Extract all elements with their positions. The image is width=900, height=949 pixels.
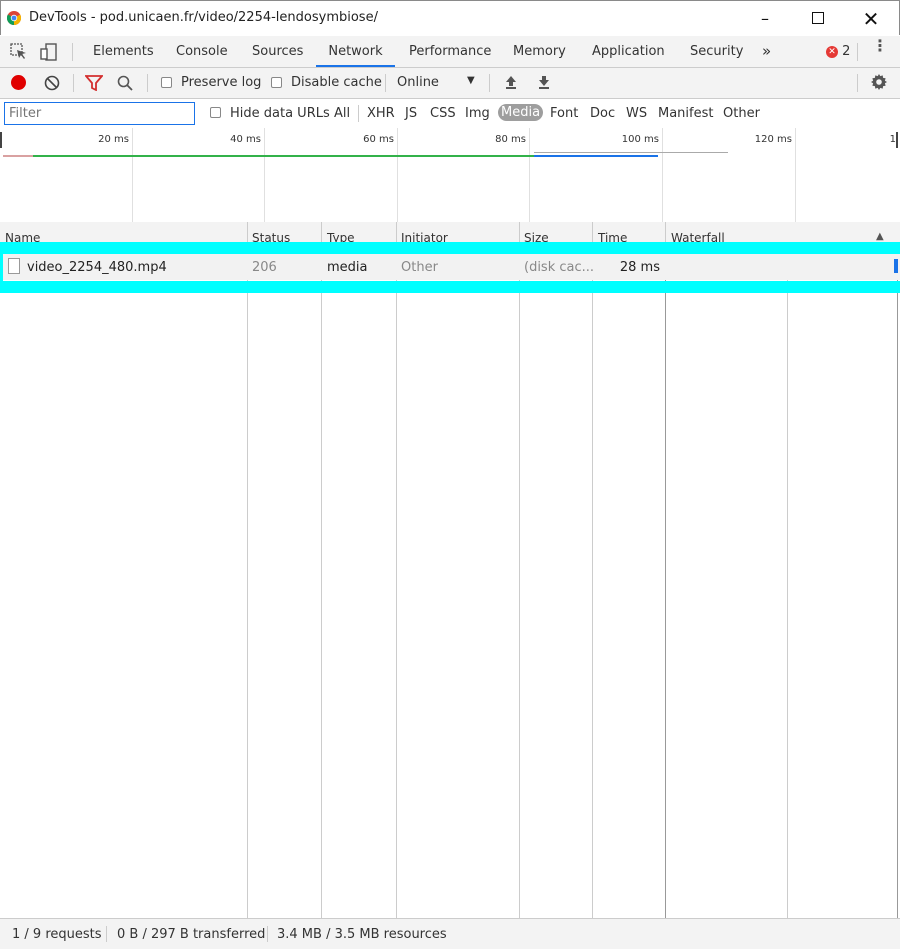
tick-label: 40 ms (230, 134, 261, 145)
minimize-button[interactable]: – (742, 5, 788, 33)
network-overview-timeline[interactable]: 20 ms 40 ms 60 ms 80 ms 100 ms 120 ms 1 (0, 128, 900, 223)
sort-ascending-icon[interactable]: ▲ (876, 231, 884, 242)
record-button[interactable] (11, 75, 26, 90)
tab-security[interactable]: Security (690, 36, 743, 67)
preserve-log-label: Preserve log (181, 75, 262, 90)
chevron-down-icon: ▼ (467, 75, 475, 86)
overview-load-marker (534, 152, 728, 153)
close-window-button[interactable]: ✕ (848, 5, 894, 33)
request-time: 28 ms (619, 260, 660, 275)
request-status: 206 (252, 260, 277, 275)
network-toolbar: Preserve log Disable cache Online ▼ (0, 68, 900, 99)
filter-type-xhr[interactable]: XHR (367, 106, 395, 121)
transferred-summary: 0 B / 297 B transferred (117, 927, 266, 942)
file-icon (8, 258, 20, 274)
hide-data-urls-checkbox[interactable] (210, 107, 221, 118)
request-type: media (327, 260, 368, 275)
filter-funnel-icon[interactable] (84, 75, 104, 95)
filter-type-other[interactable]: Other (723, 106, 760, 121)
throttle-value: Online (397, 75, 439, 90)
filter-input[interactable] (4, 102, 195, 125)
window-titlebar: DevTools - pod.unicaen.fr/video/2254-len… (0, 0, 900, 35)
tick-label: 20 ms (98, 134, 129, 145)
preserve-log-checkbox[interactable] (161, 77, 172, 88)
waterfall-bar (894, 259, 898, 273)
tick-label: 120 ms (754, 134, 792, 145)
devtools-tabbar: Elements Console Sources Network Perform… (0, 36, 900, 68)
filter-type-ws[interactable]: WS (626, 106, 647, 121)
filter-type-doc[interactable]: Doc (590, 106, 615, 121)
tab-network[interactable]: Network (316, 36, 395, 67)
more-tabs-icon[interactable]: » (762, 36, 771, 67)
request-initiator: Other (401, 260, 438, 275)
filter-type-manifest[interactable]: Manifest (658, 106, 713, 121)
filter-type-img[interactable]: Img (465, 106, 490, 121)
error-badge[interactable]: ✕ 2 (826, 44, 850, 60)
row-highlight-left (0, 254, 3, 281)
table-row[interactable]: video_2254_480.mp4 206 media Other (disk… (0, 254, 900, 280)
overview-request-bar (3, 155, 33, 157)
overview-left-handle[interactable] (0, 132, 2, 148)
tab-performance[interactable]: Performance (409, 36, 491, 67)
clear-icon[interactable] (44, 75, 60, 95)
requests-summary: 1 / 9 requests (12, 927, 102, 942)
tab-elements[interactable]: Elements (93, 36, 154, 67)
filter-type-js[interactable]: JS (405, 106, 417, 121)
tab-application[interactable]: Application (592, 36, 665, 67)
tab-console[interactable]: Console (176, 36, 228, 67)
overview-request-bar (534, 155, 658, 157)
resources-summary: 3.4 MB / 3.5 MB resources (277, 927, 447, 942)
request-table-body: video_2254_480.mp4 206 media Other (disk… (0, 254, 900, 918)
tab-memory[interactable]: Memory (513, 36, 566, 67)
filter-bar: Hide data URLs All XHR JS CSS Img Media … (0, 99, 900, 129)
network-settings-gear-icon[interactable] (870, 73, 888, 95)
request-name[interactable]: video_2254_480.mp4 (27, 260, 167, 275)
maximize-button[interactable] (795, 5, 841, 33)
inspect-element-icon[interactable] (10, 43, 28, 65)
error-icon: ✕ (826, 46, 838, 58)
export-har-icon[interactable] (536, 74, 552, 94)
disable-cache-label: Disable cache (291, 75, 382, 90)
tick-label: 1 (889, 134, 896, 145)
device-toolbar-icon[interactable] (40, 43, 58, 65)
window-title: DevTools - pod.unicaen.fr/video/2254-len… (29, 10, 378, 25)
row-highlight-bottom (0, 281, 900, 293)
network-summary-bar: 1 / 9 requests 0 B / 297 B transferred 3… (0, 918, 900, 949)
error-count: 2 (842, 44, 851, 59)
tick-label: 80 ms (495, 134, 526, 145)
tick-label: 60 ms (363, 134, 394, 145)
more-options-icon[interactable]: ⋮ (872, 38, 888, 54)
disable-cache-checkbox[interactable] (271, 77, 282, 88)
row-highlight-top (0, 242, 900, 254)
tick-label: 100 ms (621, 134, 659, 145)
import-har-icon[interactable] (503, 74, 519, 94)
filter-type-all[interactable]: All (334, 106, 350, 121)
throttle-select[interactable]: Online ▼ (397, 75, 477, 90)
hide-data-urls-label: Hide data URLs (230, 106, 330, 121)
filter-type-css[interactable]: CSS (430, 106, 456, 121)
search-icon[interactable] (117, 75, 133, 95)
chrome-logo-icon (6, 11, 22, 26)
filter-type-media[interactable]: Media (498, 104, 544, 121)
tab-sources[interactable]: Sources (252, 36, 303, 67)
filter-type-font[interactable]: Font (550, 106, 578, 121)
request-size: (disk cac... (524, 260, 595, 275)
overview-right-handle[interactable] (896, 132, 898, 148)
